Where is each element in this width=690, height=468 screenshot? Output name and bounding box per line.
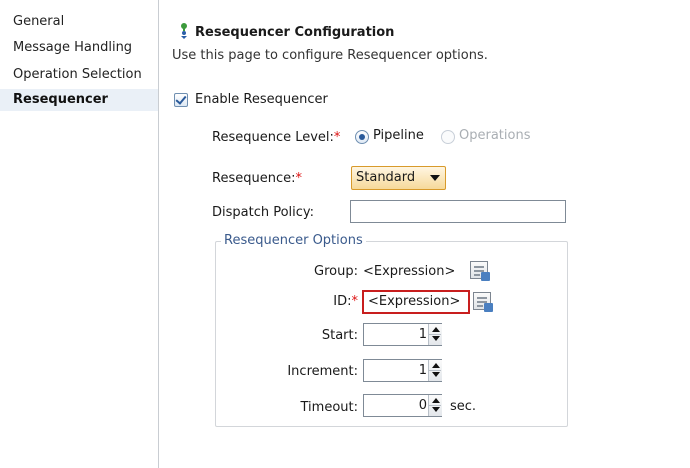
resequencer-options-title: Resequencer Options <box>221 233 366 248</box>
required-mark: * <box>333 130 341 145</box>
increment-value[interactable]: 1 <box>367 363 427 378</box>
id-text: ID: <box>333 294 352 309</box>
spinner-up-icon[interactable] <box>432 398 440 403</box>
id-expression-link[interactable]: <Expression> <box>368 294 460 309</box>
spinner-down-icon[interactable] <box>432 336 440 341</box>
page-title: Resequencer Configuration <box>195 25 395 40</box>
nav-item-message-handling[interactable]: Message Handling <box>0 37 158 59</box>
start-spinner-buttons[interactable] <box>428 324 442 345</box>
chevron-down-icon[interactable] <box>430 175 440 181</box>
group-expression-link[interactable]: <Expression> <box>363 264 455 279</box>
nav-item-general[interactable]: General <box>0 11 158 33</box>
resequence-level-label: Resequence Level:* <box>212 130 340 145</box>
nav-item-operation-selection[interactable]: Operation Selection <box>0 64 158 86</box>
increment-spinner-buttons[interactable] <box>428 360 442 381</box>
spinner-down-icon[interactable] <box>432 407 440 412</box>
enable-resequencer-label: Enable Resequencer <box>195 92 328 107</box>
timeout-unit: sec. <box>450 399 477 414</box>
timeout-spinner-buttons[interactable] <box>428 395 442 416</box>
resequence-select-value[interactable]: Standard <box>356 170 415 185</box>
spinner-up-icon[interactable] <box>432 363 440 368</box>
nav-item-resequencer[interactable]: Resequencer <box>0 89 158 111</box>
start-value[interactable]: 1 <box>367 327 427 342</box>
timeout-value[interactable]: 0 <box>367 398 427 413</box>
expression-editor-icon[interactable] <box>473 292 493 312</box>
enable-resequencer-checkbox[interactable] <box>174 93 188 107</box>
resequence-text: Resequence: <box>212 171 296 186</box>
operations-radio-label[interactable]: Operations <box>459 128 530 143</box>
pipeline-radio[interactable] <box>355 130 369 144</box>
dispatch-policy-label: Dispatch Policy: <box>212 205 315 220</box>
group-label: Group: <box>314 264 358 279</box>
required-mark: * <box>295 171 302 186</box>
increment-label: Increment: <box>287 364 358 379</box>
operations-radio[interactable] <box>441 130 455 144</box>
id-label: ID:* <box>238 294 358 309</box>
required-mark: * <box>351 294 359 309</box>
start-label: Start: <box>321 328 358 343</box>
spinner-down-icon[interactable] <box>432 372 440 377</box>
page-description: Use this page to configure Resequencer o… <box>172 48 488 63</box>
spinner-up-icon[interactable] <box>432 327 440 332</box>
config-icon <box>177 22 191 40</box>
dispatch-policy-input[interactable] <box>350 200 566 223</box>
pipeline-radio-label[interactable]: Pipeline <box>373 128 424 143</box>
timeout-label: Timeout: <box>300 400 358 415</box>
left-nav: General Message Handling Operation Selec… <box>0 0 159 468</box>
resequence-level-text: Resequence Level: <box>212 130 334 145</box>
expression-editor-icon[interactable] <box>470 261 490 281</box>
resequence-label: Resequence:* <box>212 171 302 186</box>
